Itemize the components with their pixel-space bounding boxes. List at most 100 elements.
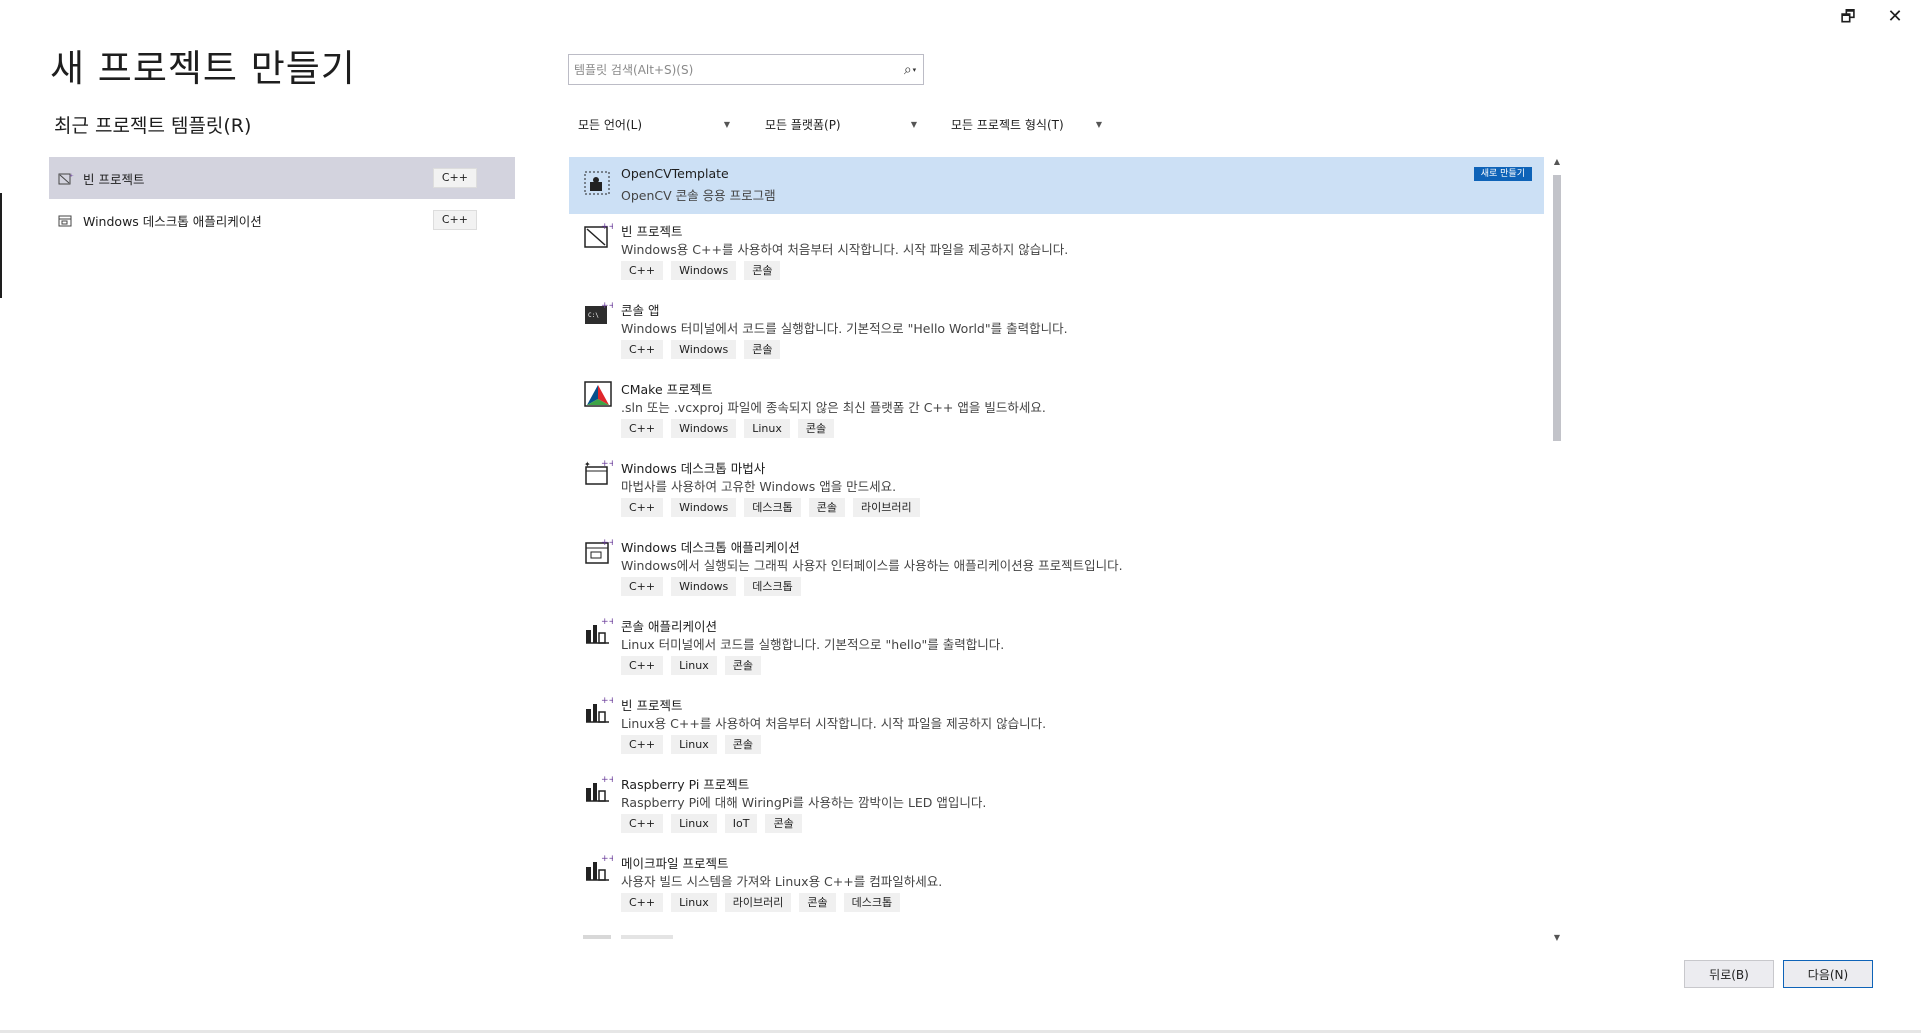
- svg-text:++: ++: [601, 775, 613, 785]
- recent-item-desktop-app[interactable]: Windows 데스크톱 애플리케이션 C++: [49, 199, 515, 241]
- template-description: Windows용 C++를 사용하여 처음부터 시작합니다. 시작 파일을 제공…: [621, 242, 1069, 257]
- template-tags: C++ Linux 라이브러리 콘솔 데스크톱: [621, 893, 901, 912]
- console-app-icon: C:\ ++: [583, 300, 616, 330]
- tag: Windows: [671, 419, 737, 438]
- back-button[interactable]: 뒤로(B): [1684, 960, 1774, 988]
- chevron-down-icon: ▾: [912, 65, 917, 74]
- close-window-button[interactable]: ✕: [1877, 6, 1913, 28]
- tag: Windows: [671, 340, 737, 359]
- language-tag: C++: [432, 168, 477, 188]
- scroll-down-arrow-icon[interactable]: ▼: [1552, 933, 1562, 943]
- template-description: 사용자 빌드 시스템을 가져와 Linux용 C++를 컴파일하세요.: [621, 874, 943, 889]
- opencv-template-icon: [583, 169, 613, 199]
- desktop-app-icon: ++: [583, 537, 616, 567]
- svg-text:C:\: C:\: [588, 312, 599, 319]
- template-tags: C++ Windows 데스크톱 콘솔 라이브러리: [621, 498, 920, 517]
- template-item-console-app[interactable]: C:\ ++ 콘솔 앱 Windows 터미널에서 코드를 실행합니다. 기본적으…: [569, 300, 1544, 376]
- scrollbar-thumb[interactable]: [1553, 175, 1561, 441]
- template-item-opencv[interactable]: OpenCVTemplate OpenCV 콘솔 응용 프로그램 새로 만들기: [569, 157, 1544, 214]
- tag: 콘솔: [744, 340, 781, 359]
- linux-project-icon: ++: [583, 774, 616, 804]
- platform-filter-value: 모든 플랫폼(P): [765, 117, 841, 132]
- left-edge-divider: [0, 193, 2, 298]
- template-description: Windows 터미널에서 코드를 실행합니다. 기본적으로 "Hello Wo…: [621, 321, 1068, 336]
- language-filter-value: 모든 언어(L): [578, 117, 643, 132]
- project-type-filter-dropdown[interactable]: 모든 프로젝트 형식(T) ▼: [943, 111, 1108, 137]
- tag: C++: [621, 340, 664, 359]
- template-search-input[interactable]: [569, 55, 897, 84]
- template-item-desktop-app[interactable]: ++ Windows 데스크톱 애플리케이션 Windows에서 실행되는 그래…: [569, 537, 1544, 613]
- recent-templates-heading: 최근 프로젝트 템플릿(R): [54, 115, 252, 137]
- svg-text:++: ++: [601, 854, 613, 864]
- recent-item-empty-project[interactable]: ++ 빈 프로젝트 C++: [49, 157, 515, 199]
- tag: 데스크톱: [744, 498, 801, 517]
- cmake-icon: [583, 379, 613, 409]
- tag: Linux: [671, 893, 717, 912]
- template-search-box[interactable]: ⌕▾: [568, 54, 924, 85]
- platform-filter-dropdown[interactable]: 모든 플랫폼(P) ▼: [757, 111, 923, 137]
- tag: C++: [621, 893, 664, 912]
- template-title: Windows 데스크톱 애플리케이션: [621, 540, 800, 555]
- chevron-down-icon: ▼: [723, 119, 730, 129]
- restore-window-button[interactable]: 🗗: [1830, 6, 1866, 28]
- linux-project-icon: ++: [583, 616, 616, 646]
- template-list-scrollbar[interactable]: ▲ ▼: [1549, 157, 1565, 943]
- svg-text:++: ++: [69, 173, 74, 179]
- chevron-down-icon: ▼: [1095, 119, 1102, 129]
- tag: 라이브러리: [724, 893, 792, 912]
- linux-project-icon: ++: [583, 853, 616, 883]
- tag: 콘솔: [724, 735, 762, 754]
- svg-text:++: ++: [601, 538, 613, 548]
- tag: Windows: [671, 577, 737, 596]
- tag: C++: [621, 419, 664, 438]
- scroll-up-arrow-icon[interactable]: ▲: [1552, 157, 1562, 167]
- partial-title: [621, 935, 673, 939]
- tag: 콘솔: [744, 261, 781, 280]
- template-description: OpenCV 콘솔 응용 프로그램: [621, 188, 776, 203]
- tag: 콘솔: [765, 814, 802, 833]
- tag: C++: [621, 261, 664, 280]
- template-description: .sln 또는 .vcxproj 파일에 종속되지 않은 최신 플랫폼 간 C+…: [621, 400, 1046, 415]
- template-item-empty-project[interactable]: ++ 빈 프로젝트 Windows용 C++를 사용하여 처음부터 시작합니다.…: [569, 221, 1544, 297]
- tag: Windows: [671, 498, 737, 517]
- template-title: CMake 프로젝트: [621, 382, 713, 397]
- svg-text:++: ++: [601, 617, 613, 627]
- tag: C++: [621, 577, 664, 596]
- language-tag: C++: [432, 210, 477, 230]
- template-title: 빈 프로젝트: [621, 224, 683, 239]
- template-item-linux-empty-project[interactable]: ++ 빈 프로젝트 Linux용 C++를 사용하여 처음부터 시작합니다. 시…: [569, 695, 1544, 771]
- tag: Linux: [671, 656, 717, 675]
- tag: C++: [621, 656, 664, 675]
- chevron-down-icon: ▼: [910, 119, 917, 129]
- template-title: Windows 데스크톱 마법사: [621, 461, 766, 476]
- template-list: OpenCVTemplate OpenCV 콘솔 응용 프로그램 새로 만들기 …: [569, 155, 1544, 945]
- template-item-partial: [569, 935, 1544, 945]
- tag: 데스크톱: [843, 893, 901, 912]
- template-item-makefile-project[interactable]: ++ 메이크파일 프로젝트 사용자 빌드 시스템을 가져와 Linux용 C++…: [569, 853, 1544, 929]
- recent-item-label: Windows 데스크톱 애플리케이션: [83, 213, 262, 229]
- tag: Linux: [744, 419, 790, 438]
- template-item-cmake[interactable]: CMake 프로젝트 .sln 또는 .vcxproj 파일에 종속되지 않은 …: [569, 379, 1544, 455]
- template-title: OpenCVTemplate: [621, 166, 729, 181]
- template-tags: C++ Windows Linux 콘솔: [621, 419, 835, 438]
- template-tags: C++ Linux 콘솔: [621, 656, 762, 675]
- desktop-app-icon: [58, 213, 74, 227]
- project-type-filter-value: 모든 프로젝트 형식(T): [951, 117, 1064, 132]
- svg-text:++: ++: [601, 459, 613, 469]
- search-icon[interactable]: ⌕ ▾: [897, 57, 923, 83]
- tag: IoT: [724, 814, 758, 833]
- template-item-desktop-wizard[interactable]: ✦ ++ Windows 데스크톱 마법사 마법사를 사용하여 고유한 Windo…: [569, 458, 1544, 534]
- language-filter-dropdown[interactable]: 모든 언어(L) ▼: [570, 111, 736, 137]
- template-item-raspberry-pi[interactable]: ++ Raspberry Pi 프로젝트 Raspberry Pi에 대해 Wi…: [569, 774, 1544, 850]
- tag: 데스크톱: [744, 577, 801, 596]
- template-tags: C++ Windows 콘솔: [621, 340, 781, 359]
- tag: C++: [621, 498, 664, 517]
- template-description: 마법사를 사용하여 고유한 Windows 앱을 만드세요.: [621, 479, 897, 494]
- template-title: 콘솔 앱: [621, 303, 660, 318]
- template-title: 콘솔 애플리케이션: [621, 619, 717, 634]
- next-button[interactable]: 다음(N): [1783, 960, 1873, 988]
- tag: 콘솔: [799, 893, 836, 912]
- tag: 콘솔: [808, 498, 845, 517]
- template-item-linux-console-app[interactable]: ++ 콘솔 애플리케이션 Linux 터미널에서 코드를 실행합니다. 기본적으…: [569, 616, 1544, 692]
- template-title: Raspberry Pi 프로젝트: [621, 777, 750, 792]
